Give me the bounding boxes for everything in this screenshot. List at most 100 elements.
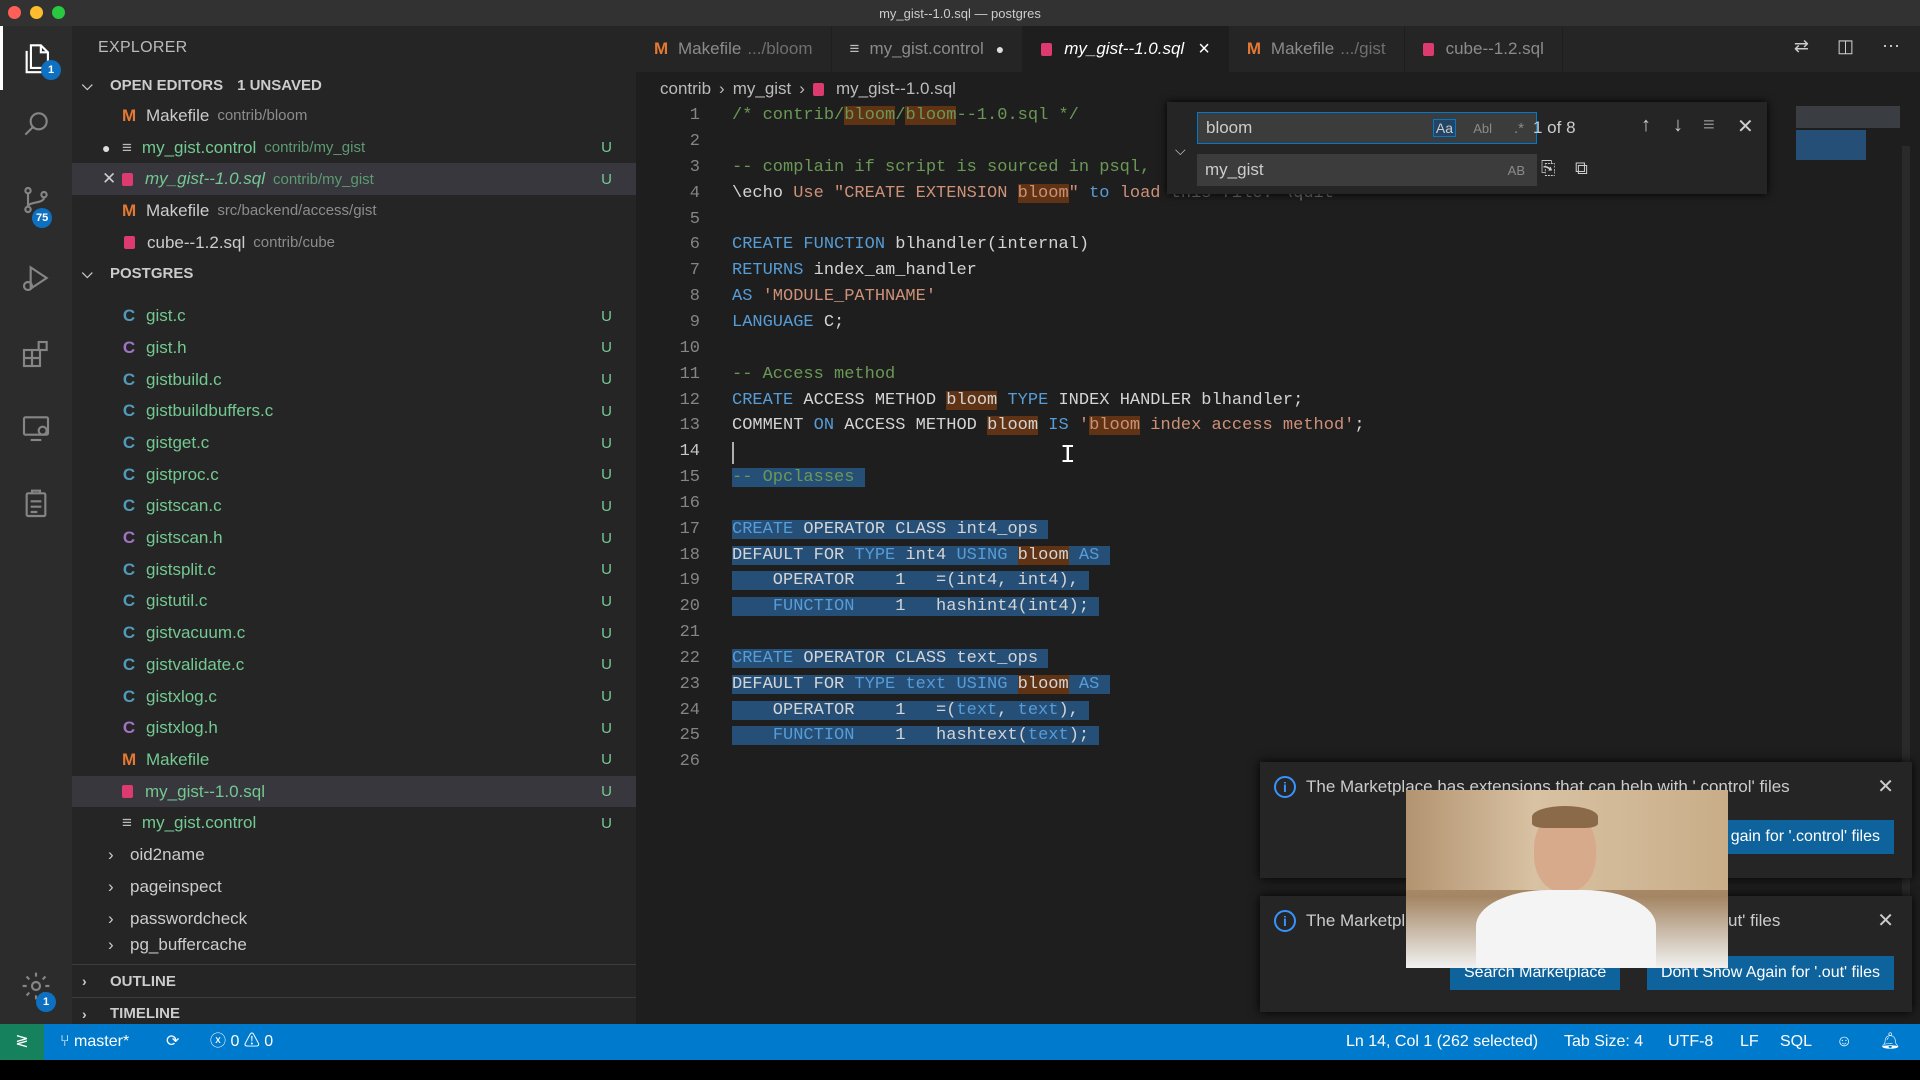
file-tree-item[interactable]: Cgistproc.c U [72,459,636,491]
language-mode[interactable]: SQL [1780,1024,1812,1060]
file-name: my_gist.control [141,813,257,833]
search-activity[interactable] [0,92,72,156]
file-tree-item[interactable]: Cgistscan.h U [72,522,636,554]
problems-indicator[interactable]: ⓧ 0 ⚠ 0 [210,1024,273,1060]
file-name: Makefile [146,200,210,220]
remote-explorer-activity[interactable] [0,396,72,460]
file-tree-item[interactable]: Cgistutil.c U [72,586,636,618]
match-case-toggle[interactable]: Aa [1432,119,1456,137]
tab-my-gist-sql[interactable]: my_gist--1.0.sql × [1023,26,1229,72]
close-find-icon[interactable]: ✕ [1737,114,1754,139]
folder-item[interactable]: › passwordcheck [72,903,636,935]
window-title: my_gist--1.0.sql — postgres [879,5,1041,21]
open-editor-item-active[interactable]: ✕ my_gist--1.0.sql contrib/my_gist U [72,163,636,196]
tab-size[interactable]: Tab Size: 4 [1564,1024,1643,1060]
bell-icon[interactable]: 🔔︎ [1880,1024,1900,1060]
end-of-line[interactable]: LF [1740,1024,1759,1060]
remote-indicator[interactable]: ≷ [0,1024,44,1060]
preserve-case-toggle[interactable]: AB [1508,163,1525,178]
line-number: 6 [689,235,700,254]
file-tree-item[interactable]: M Makefile U [72,744,636,776]
whole-word-toggle[interactable]: Abl [1473,121,1492,136]
manage-activity[interactable]: 1 [0,954,72,1018]
file-tree-item[interactable]: Cgistxlog.c U [72,681,636,713]
folder-item[interactable]: › oid2name [72,839,636,871]
replace-one-icon[interactable]: ⎘ [1541,158,1555,179]
tab-cube-sql[interactable]: cube--1.2.sql [1405,26,1563,72]
file-tree-item[interactable]: Cgistbuildbuffers.c U [72,396,636,428]
branch-indicator[interactable]: ⑂ master* [60,1024,129,1060]
file-tree-item[interactable]: Cgistvalidate.c U [72,649,636,681]
explorer-activity[interactable]: 1 [0,26,72,90]
file-tree-item[interactable]: Cgistvacuum.c U [72,617,636,649]
find-in-selection-icon[interactable]: ≡ [1703,114,1715,137]
file-name: gistproc.c [146,464,219,484]
regex-toggle[interactable]: .* [1514,120,1524,137]
find-input[interactable]: bloom Aa Abl .* [1197,112,1537,144]
lines-icon: ≡ [849,39,860,58]
split-editor-icon[interactable]: ◫ [1837,36,1854,57]
extensions-activity[interactable] [0,322,72,386]
line-number: 11 [679,365,700,384]
close-notification-icon[interactable]: ✕ [1877,908,1894,933]
folder-item[interactable]: › pg_buffercache [72,935,636,957]
encoding[interactable]: UTF-8 [1668,1024,1713,1060]
folder-item[interactable]: › pageinspect [72,871,636,903]
replace-all-icon[interactable]: ⧉ [1575,158,1588,179]
scm-activity[interactable]: 75 [0,168,72,232]
dont-show-again-button[interactable]: gain for '.control' files [1716,820,1894,854]
c-file-icon: C [122,496,136,516]
tab-makefile-bloom[interactable]: M Makefile .../bloom [636,26,832,72]
breadcrumb-item[interactable]: contrib [660,79,711,99]
open-editor-item[interactable]: ● ≡ my_gist.control contrib/my_gist U [72,132,636,164]
database-activity[interactable] [0,472,72,536]
replace-input[interactable]: my_gist AB [1197,154,1537,186]
folder-name: oid2name [130,845,205,865]
close-notification-icon[interactable]: ✕ [1877,774,1894,799]
file-tree-item[interactable]: Cgist.h U [72,332,636,364]
untracked-status: U [601,719,612,737]
cursor-position[interactable]: Ln 14, Col 1 (262 selected) [1346,1024,1538,1060]
file-name: gistbuild.c [146,369,222,389]
close-window-button[interactable] [8,6,21,19]
file-tree-item[interactable]: Cgistbuild.c U [72,364,636,396]
minimize-window-button[interactable] [30,6,43,19]
minimap[interactable] [1796,106,1900,166]
zoom-window-button[interactable] [52,6,65,19]
feedback-icon[interactable]: ☺ [1836,1024,1852,1060]
more-actions-icon[interactable]: ⋯ [1882,36,1900,57]
outline-header[interactable]: › OUTLINE [72,965,636,997]
breadcrumb-item[interactable]: my_gist--1.0.sql [836,79,956,99]
open-editor-item[interactable]: M Makefile contrib/bloom [72,100,636,132]
line-number: 14 [679,442,700,461]
open-editor-item[interactable]: cube--1.2.sql contrib/cube [72,227,636,259]
file-tree-item[interactable]: Cgistxlog.h U [72,712,636,744]
chevron-right-icon: › [799,79,805,98]
open-editor-item[interactable]: M Makefile src/backend/access/gist [72,195,636,227]
sync-icon[interactable]: ⟳ [166,1024,179,1060]
code-line: LANGUAGE C; [732,313,845,332]
toggle-replace-icon[interactable]: ⌵ [1175,142,1186,159]
close-tab-icon[interactable]: × [1198,38,1210,61]
previous-match-icon[interactable]: ↑ [1641,114,1651,137]
next-match-icon[interactable]: ↓ [1673,114,1683,137]
postgres-section-header[interactable]: ⌵ POSTGRES [72,258,636,288]
compare-icon[interactable]: ⇄ [1794,36,1809,57]
run-activity[interactable] [0,246,72,310]
tab-makefile-gist[interactable]: M Makefile .../gist [1229,26,1405,72]
file-tree-item[interactable]: Cgist.c U [72,300,636,332]
file-tree-item[interactable]: Cgistsplit.c U [72,554,636,586]
file-tree-item[interactable]: ≡ my_gist.control U [72,807,636,839]
untracked-status: U [601,170,612,188]
tab-my-gist-control[interactable]: ≡ my_gist.control ● [832,26,1024,72]
code-line: CREATE ACCESS METHOD bloom TYPE INDEX HA… [732,391,1304,410]
breadcrumb-item[interactable]: my_gist [733,79,792,99]
extensions-icon [22,340,48,368]
file-name: Makefile [146,749,210,769]
remote-explorer-icon [22,416,50,442]
close-icon[interactable]: ✕ [102,169,122,189]
file-tree-item[interactable]: Cgistscan.c U [72,491,636,523]
open-editors-header[interactable]: ⌵ OPEN EDITORS 1 UNSAVED [72,70,636,100]
file-tree-item[interactable]: my_gist--1.0.sql U [72,775,636,808]
file-tree-item[interactable]: Cgistget.c U [72,427,636,459]
